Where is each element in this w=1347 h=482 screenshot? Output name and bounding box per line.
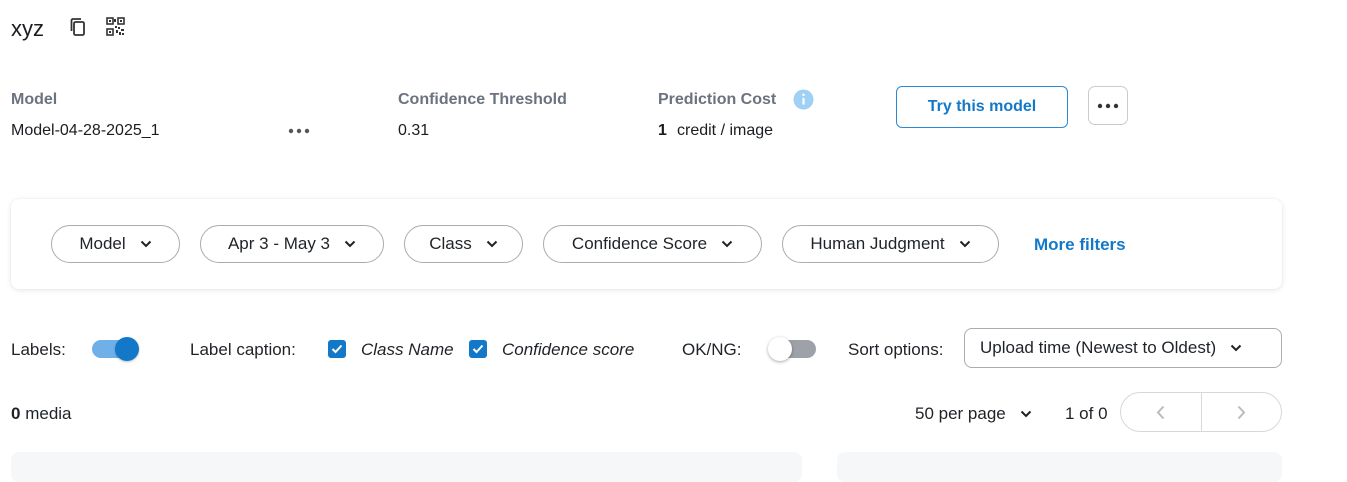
model-options-icon[interactable]	[288, 123, 310, 144]
try-model-button[interactable]: Try this model	[896, 86, 1068, 128]
confidence-threshold-label: Confidence Threshold	[398, 91, 567, 108]
chevron-right-icon	[1237, 405, 1246, 419]
more-horizontal-icon	[1097, 103, 1119, 108]
more-filters-link[interactable]: More filters	[1034, 235, 1126, 255]
details-panel	[837, 452, 1282, 482]
media-grid-panel	[11, 452, 802, 482]
chevron-left-icon	[1156, 405, 1165, 419]
class-name-checkbox[interactable]	[328, 340, 346, 358]
labels-toggle[interactable]	[92, 337, 139, 361]
okng-toggle[interactable]	[768, 337, 816, 361]
more-actions-button[interactable]	[1088, 86, 1128, 125]
prediction-cost-amount: 1	[658, 122, 667, 139]
media-count-number: 0	[11, 404, 21, 423]
previous-page-button[interactable]	[1121, 393, 1201, 431]
confidence-threshold-value: 0.31	[398, 122, 430, 139]
qr-code-icon[interactable]	[106, 17, 125, 41]
sort-options-label: Sort options:	[848, 340, 944, 359]
filter-date-range[interactable]: Apr 3 - May 3	[200, 225, 384, 263]
prediction-cost-unit: credit / image	[677, 122, 774, 139]
sort-value: Upload time (Newest to Oldest)	[980, 338, 1217, 357]
chevron-down-icon	[1020, 410, 1031, 418]
sort-select[interactable]: Upload time (Newest to Oldest)	[964, 328, 1282, 368]
filter-label: Confidence Score	[571, 234, 708, 253]
labels-label: Labels:	[11, 340, 66, 359]
filter-label: Apr 3 - May 3	[227, 234, 331, 253]
chevron-down-icon	[486, 240, 497, 248]
filter-label: Human Judgment	[810, 234, 945, 253]
chevron-down-icon	[721, 240, 733, 248]
confidence-score-checkbox[interactable]	[469, 340, 487, 358]
filter-label: Class	[429, 234, 472, 253]
next-page-button[interactable]	[1202, 393, 1282, 431]
toggle-knob	[768, 337, 792, 361]
model-value: Model-04-28-2025_1	[11, 122, 160, 139]
per-page-value: 50 per page	[915, 404, 1006, 423]
filter-model[interactable]: Model	[51, 225, 180, 263]
pagination-controls	[1120, 392, 1282, 432]
chevron-down-icon	[1230, 344, 1242, 352]
filter-class[interactable]: Class	[404, 225, 523, 263]
chevron-down-icon	[959, 240, 970, 248]
per-page-select[interactable]: 50 per page	[915, 404, 1032, 424]
filter-confidence-score[interactable]: Confidence Score	[543, 225, 762, 263]
model-label: Model	[11, 91, 58, 108]
filter-label: Model	[79, 234, 126, 253]
class-name-label: Class Name	[361, 340, 454, 359]
page-info: 1 of 0	[1065, 404, 1108, 423]
okng-label: OK/NG:	[682, 340, 742, 359]
filter-bar: Model Apr 3 - May 3 Class Confidence Sco…	[11, 199, 1282, 289]
confidence-score-label: Confidence score	[502, 340, 635, 359]
chevron-down-icon	[140, 240, 151, 248]
filter-human-judgment[interactable]: Human Judgment	[782, 225, 999, 263]
info-icon[interactable]	[793, 89, 814, 115]
copy-icon[interactable]	[68, 17, 88, 42]
media-count-label: media	[25, 404, 72, 423]
toggle-knob	[115, 337, 139, 361]
checkmark-icon	[472, 344, 484, 354]
label-caption-label: Label caption:	[190, 340, 296, 359]
page-title: xyz	[11, 16, 44, 41]
checkmark-icon	[331, 344, 343, 354]
media-count: 0 media	[11, 404, 72, 424]
prediction-cost-label: Prediction Cost	[658, 91, 777, 108]
chevron-down-icon	[344, 240, 356, 248]
